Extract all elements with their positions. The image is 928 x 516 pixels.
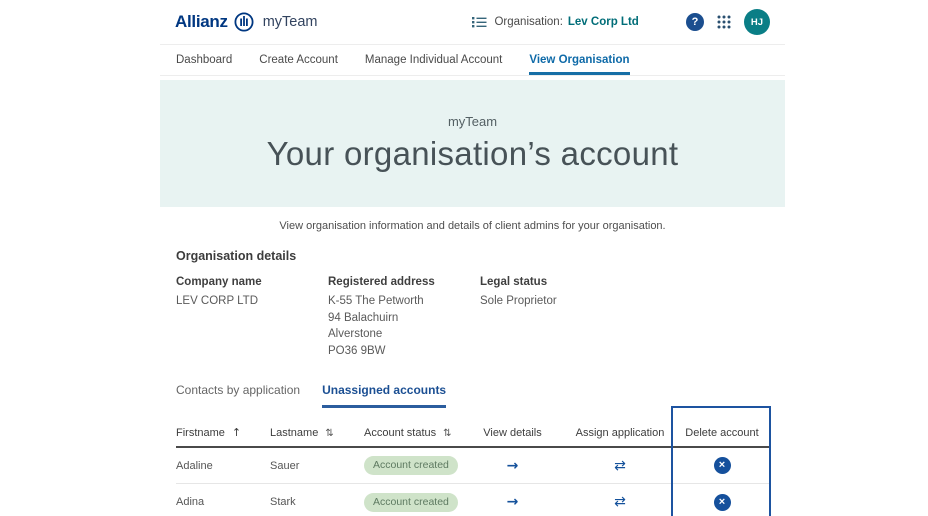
- cell-assign-application: ⇄: [565, 458, 675, 474]
- tab-unassigned-accounts[interactable]: Unassigned accounts: [322, 383, 447, 408]
- help-icon[interactable]: ?: [686, 13, 704, 31]
- cell-view-details: →: [460, 494, 565, 510]
- field-label: Legal status: [480, 276, 548, 288]
- organisation-value: Lev Corp Ltd: [567, 16, 639, 28]
- address-line: PO36 9BW: [328, 344, 386, 357]
- field-value: Sole Proprietor: [480, 295, 557, 307]
- page: Allianz myTeam Organisation: Lev Corp Lt…: [0, 0, 928, 516]
- list-icon: [472, 16, 487, 28]
- cell-assign-application: ⇄: [565, 494, 675, 510]
- field-registered-address: Registered address K-55 The Petworth 94 …: [328, 276, 480, 359]
- cell-account-status: Account created: [364, 456, 460, 475]
- page-title: Your organisation’s account: [266, 135, 679, 172]
- cell-account-status: Account created: [364, 492, 460, 512]
- status-badge: Account created: [364, 456, 458, 475]
- top-actions: ? HJ: [686, 9, 770, 35]
- table-row: Adina Stark Account created → ⇄ ×: [176, 484, 769, 516]
- help-glyph: ?: [691, 16, 699, 28]
- main-nav: Dashboard Create Account Manage Individu…: [160, 45, 785, 76]
- cell-delete-account: ×: [675, 493, 769, 511]
- cell-delete-account: ×: [675, 457, 769, 474]
- nav-item-view-organisation[interactable]: View Organisation: [529, 45, 630, 75]
- table-row: Adaline Sauer Account created → ⇄ ×: [176, 448, 769, 484]
- organisation-label: Organisation:: [494, 16, 563, 28]
- address-line: K-55 The Petworth: [328, 295, 424, 307]
- column-label: Lastname: [270, 426, 319, 439]
- field-value: LEV CORP LTD: [176, 295, 259, 307]
- organisation-details-section: Organisation details Company name LEV CO…: [176, 249, 769, 359]
- column-header-lastname[interactable]: Lastname ⇅: [270, 427, 364, 439]
- organisation-selector[interactable]: Organisation: Lev Corp Ltd: [472, 16, 639, 28]
- delete-account-icon[interactable]: ×: [713, 493, 731, 511]
- column-header-assign-application: Assign application: [575, 426, 665, 439]
- contacts-tabs: Contacts by application Unassigned accou…: [176, 383, 769, 409]
- delete-account-icon[interactable]: ×: [713, 457, 731, 474]
- allianz-eagle-icon: [234, 12, 254, 32]
- cell-lastname: Sauer: [270, 459, 300, 472]
- field-label: Registered address: [328, 276, 435, 288]
- top-bar: Allianz myTeam Organisation: Lev Corp Lt…: [160, 0, 785, 45]
- brand-wordmark: Allianz: [175, 12, 228, 31]
- app-grid-icon[interactable]: [717, 15, 731, 29]
- nav-item-manage-individual-account[interactable]: Manage Individual Account: [365, 45, 502, 75]
- sort-both-icon: ⇅: [443, 427, 452, 439]
- assign-application-icon[interactable]: ⇄: [614, 458, 626, 474]
- brand-logo[interactable]: Allianz myTeam: [175, 12, 317, 32]
- cell-lastname: Stark: [270, 496, 296, 508]
- section-heading: Organisation details: [176, 249, 297, 263]
- accounts-table: Firstname ↑ Lastname ⇅ Account status ⇅ Vie…: [176, 406, 771, 516]
- tab-contacts-by-application[interactable]: Contacts by application: [176, 383, 300, 408]
- view-details-arrow-icon[interactable]: →: [507, 458, 519, 474]
- product-name: myTeam: [262, 14, 318, 30]
- column-label: Firstname: [176, 427, 225, 439]
- detail-fields: Company name LEV CORP LTD Registered add…: [176, 276, 769, 359]
- address-line: 94 Balachuirn: [328, 311, 399, 324]
- column-label: Account status: [364, 426, 437, 439]
- nav-item-create-account[interactable]: Create Account: [259, 45, 338, 75]
- avatar-initials: HJ: [750, 16, 764, 28]
- sort-both-icon: ⇅: [325, 427, 334, 439]
- status-badge: Account created: [364, 492, 458, 512]
- cell-firstname: Adaline: [176, 459, 213, 472]
- page-description: View organisation information and detail…: [279, 220, 666, 232]
- column-header-delete-account: Delete account: [685, 426, 759, 439]
- field-legal-status: Legal status Sole Proprietor: [480, 276, 557, 359]
- column-header-view-details: View details: [483, 426, 542, 439]
- cell-firstname: Adina: [176, 496, 205, 508]
- address-line: Alverstone: [328, 328, 383, 340]
- column-header-firstname[interactable]: Firstname ↑: [176, 426, 270, 439]
- cell-view-details: →: [460, 458, 565, 474]
- user-avatar[interactable]: HJ: [744, 9, 770, 35]
- view-details-arrow-icon[interactable]: →: [507, 494, 519, 510]
- sort-asc-icon: ↑: [231, 426, 242, 439]
- hero-banner: myTeam Your organisation’s account: [160, 80, 785, 207]
- content-column: Allianz myTeam Organisation: Lev Corp Lt…: [160, 0, 785, 516]
- field-company-name: Company name LEV CORP LTD: [176, 276, 328, 359]
- hero-eyebrow: myTeam: [447, 114, 498, 129]
- assign-application-icon[interactable]: ⇄: [614, 494, 626, 510]
- table-header-row: Firstname ↑ Lastname ⇅ Account status ⇅ Vie…: [176, 419, 769, 448]
- field-label: Company name: [176, 276, 262, 288]
- column-header-account-status[interactable]: Account status ⇅: [364, 427, 460, 439]
- nav-item-dashboard[interactable]: Dashboard: [176, 45, 232, 75]
